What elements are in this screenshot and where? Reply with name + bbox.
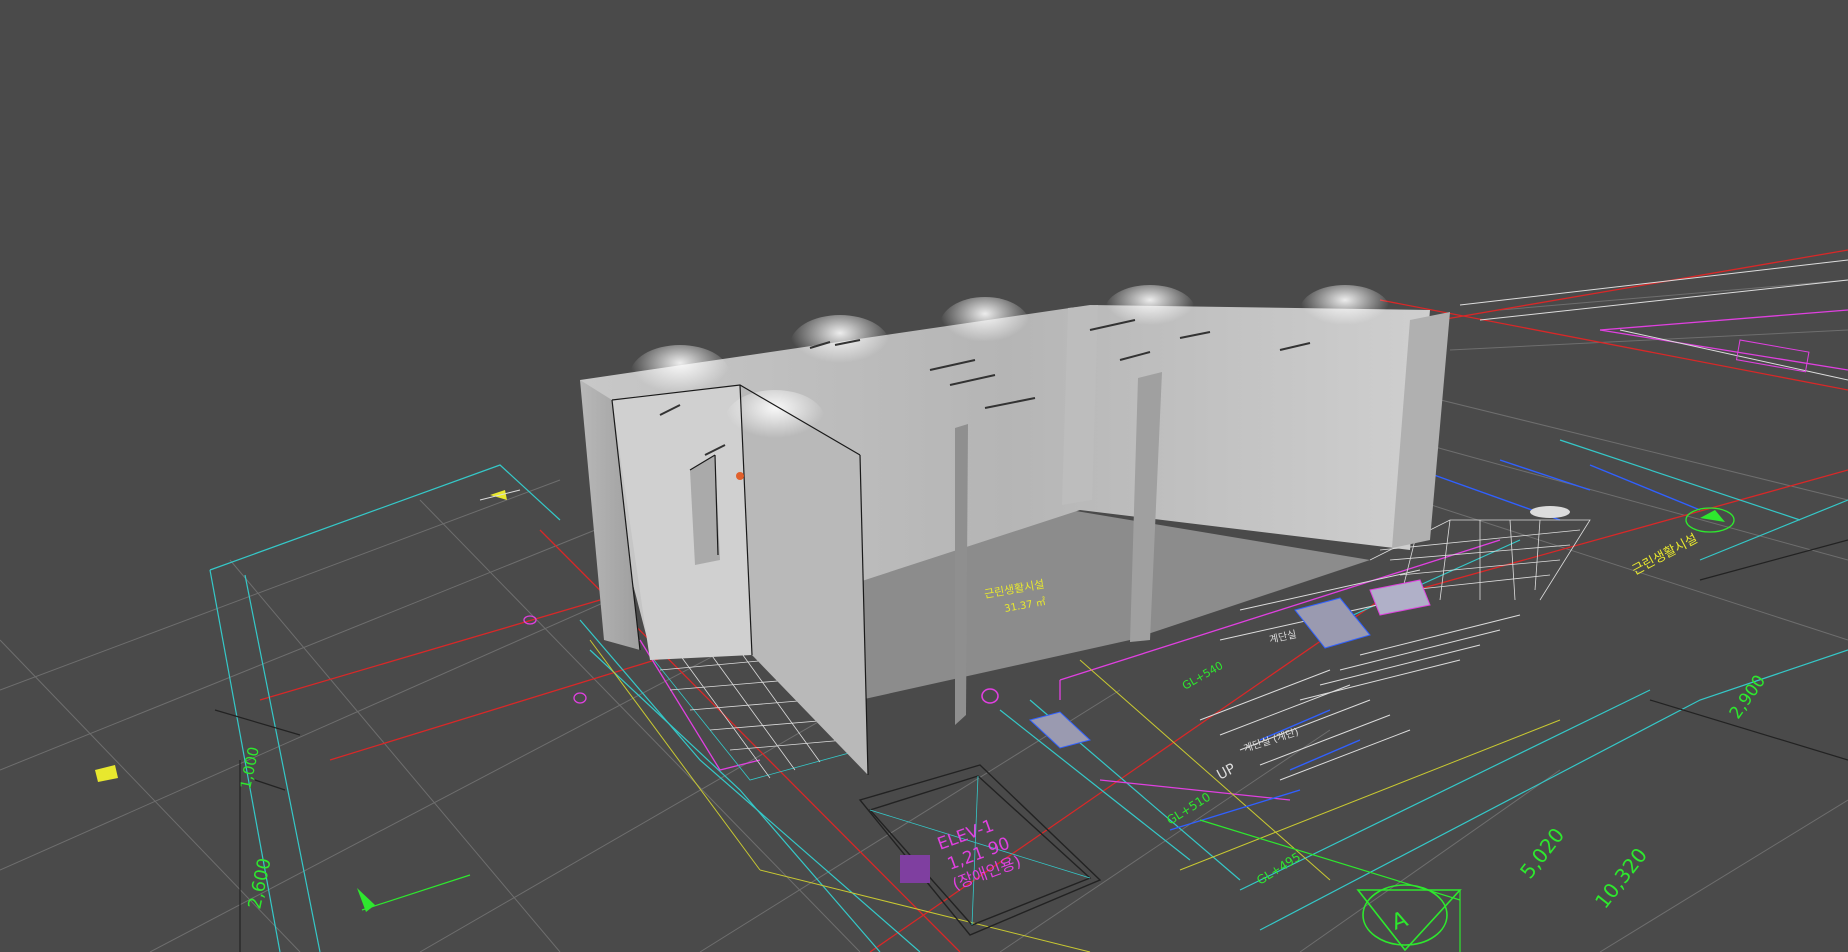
up-label: UP [1214,761,1238,784]
dim-5020: 5,020 [1515,823,1569,883]
cad-scene[interactable]: 근린생활시설 31.37 ㎡ 근린생활시설 계단실 계단실 (계단) ELEV-… [0,0,1848,952]
room-label-stair: 계단실 (계단) [1242,726,1300,755]
column-left[interactable] [955,424,968,725]
direction-symbol-icon [1685,507,1735,533]
section-mark: A [1389,907,1412,936]
outline-lines-yellow [589,639,1561,952]
3d-viewport[interactable]: 근린생활시설 31.37 ㎡ 근린생활시설 계단실 계단실 (계단) ELEV-… [0,0,1848,952]
north-arrow-icon [357,874,471,912]
dim-2900: 2,900 [1726,672,1770,723]
gl-495-label: GL+495 [1254,850,1303,888]
room-label-right: 근린생활시설 [1630,532,1700,579]
far-plan [1459,259,1848,381]
column-back[interactable] [1062,305,1098,505]
section-marker-icon [1199,819,1462,952]
gl-540-label: GL+540 [1180,659,1225,693]
room-label-corridor: 계단실 [1268,628,1298,645]
dim-10320: 10,320 [1590,843,1652,913]
